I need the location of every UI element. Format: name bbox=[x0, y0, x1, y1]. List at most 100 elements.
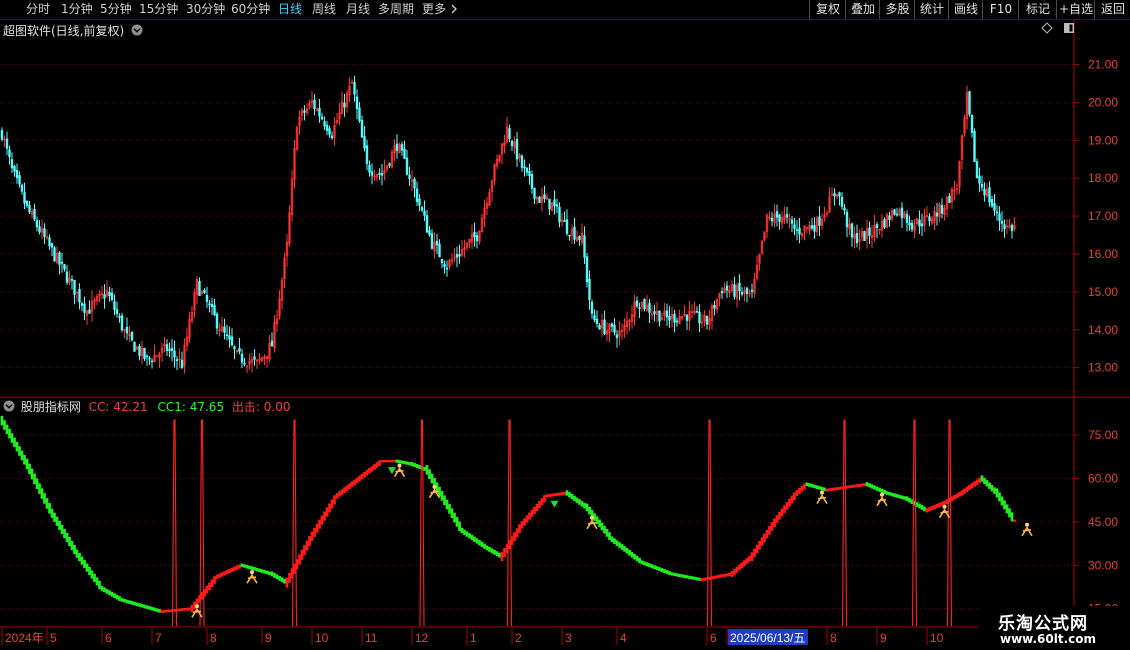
candle-body bbox=[565, 219, 569, 234]
price-tick-label: 14.00 bbox=[1088, 323, 1118, 337]
candle-body bbox=[253, 356, 256, 360]
candle-body bbox=[635, 300, 639, 307]
candle-body bbox=[118, 316, 121, 318]
candle-body bbox=[355, 96, 359, 110]
candle-body bbox=[303, 110, 306, 113]
tab-period-weekly[interactable]: 周线 bbox=[312, 0, 336, 19]
time-axis-label: 8 bbox=[830, 631, 837, 645]
candle-body bbox=[855, 232, 859, 244]
candle-body bbox=[615, 334, 619, 339]
candle-body bbox=[363, 136, 366, 149]
candle-body bbox=[778, 214, 781, 222]
candle-body bbox=[818, 216, 821, 226]
candle-body bbox=[405, 157, 409, 175]
candle-body bbox=[325, 124, 329, 131]
tab-period-60min[interactable]: 60分钟 bbox=[231, 0, 270, 19]
candle-body bbox=[225, 334, 229, 337]
more-label: 更多 bbox=[422, 2, 447, 16]
candle-body bbox=[80, 303, 84, 306]
candle-body bbox=[423, 210, 426, 216]
circle-chevron-down-icon[interactable] bbox=[3, 400, 15, 412]
candle-body bbox=[910, 222, 914, 230]
tab-period-more[interactable]: 更多 bbox=[422, 0, 458, 19]
candle-body bbox=[110, 292, 114, 300]
candle-body bbox=[1003, 224, 1006, 230]
candle-body bbox=[108, 291, 111, 296]
candle-body bbox=[270, 340, 274, 347]
candle-body bbox=[543, 194, 546, 200]
candle-body bbox=[15, 169, 19, 178]
candle-body bbox=[668, 315, 671, 321]
candle-body bbox=[793, 224, 796, 229]
circle-chevron-down-icon[interactable] bbox=[131, 24, 143, 36]
candle-body bbox=[418, 198, 421, 206]
candle-body bbox=[35, 220, 39, 228]
candle-body bbox=[400, 144, 404, 151]
candle-body bbox=[330, 135, 334, 139]
tab-period-1min[interactable]: 1分钟 bbox=[61, 0, 93, 19]
window-toggle-icon[interactable] bbox=[1063, 22, 1075, 34]
candle-body bbox=[573, 226, 576, 240]
candle-body bbox=[675, 320, 679, 323]
mark-button[interactable]: 标记 bbox=[1018, 0, 1057, 19]
candle-body bbox=[320, 116, 324, 120]
candle-body bbox=[528, 171, 531, 177]
candle-body bbox=[875, 224, 879, 229]
candle-body bbox=[148, 357, 151, 360]
candle-body bbox=[530, 174, 534, 189]
candle-body bbox=[978, 175, 981, 184]
tab-period-5min[interactable]: 5分钟 bbox=[100, 0, 132, 19]
candle-body bbox=[428, 230, 431, 235]
tab-period-15min[interactable]: 15分钟 bbox=[139, 0, 178, 19]
candle-body bbox=[555, 204, 559, 207]
tab-period-30min[interactable]: 30分钟 bbox=[186, 0, 225, 19]
multi-stock-button[interactable]: 多股 bbox=[879, 0, 915, 19]
candle-body bbox=[475, 235, 479, 242]
runner-marker-icon bbox=[816, 490, 828, 505]
tab-period-monthly[interactable]: 月线 bbox=[346, 0, 370, 19]
diamond-icon[interactable] bbox=[1041, 22, 1053, 34]
candle-body bbox=[415, 188, 419, 202]
add-favorite-button[interactable]: +自选 bbox=[1056, 0, 1095, 19]
candle-body bbox=[810, 225, 814, 229]
candle-body bbox=[770, 217, 774, 222]
runner-head bbox=[397, 463, 402, 468]
back-button[interactable]: 返回 bbox=[1094, 0, 1130, 19]
cc-value-label: CC: 42.21 bbox=[88, 400, 148, 414]
candle-body bbox=[438, 243, 441, 258]
candle-body bbox=[435, 240, 439, 246]
tab-period-multi[interactable]: 多周期 bbox=[378, 0, 414, 19]
overlay-button[interactable]: 叠加 bbox=[845, 0, 880, 19]
candle-body bbox=[215, 313, 219, 329]
candle-body bbox=[233, 346, 236, 350]
f10-button[interactable]: F10 bbox=[982, 0, 1019, 19]
runner-marker-icon bbox=[876, 492, 888, 507]
candle-body bbox=[585, 256, 589, 283]
candle-body bbox=[353, 82, 356, 95]
fuquan-button[interactable]: 复权 bbox=[809, 0, 846, 19]
candle-body bbox=[998, 213, 1001, 221]
chart-area[interactable]: 21.00 20.00 19.00 18.00 17.00 16.00 15.00 14.00… bbox=[0, 20, 1130, 650]
candle-body bbox=[775, 211, 779, 218]
watermark-url: www.60lt.com bbox=[1000, 632, 1097, 646]
candle-body bbox=[613, 324, 616, 333]
tab-period-daily[interactable]: 日线 bbox=[278, 0, 302, 19]
tab-period-fenshi[interactable]: 分时 bbox=[26, 0, 50, 19]
runner-head bbox=[195, 604, 199, 609]
candle-body bbox=[365, 145, 369, 164]
runner-head bbox=[942, 504, 947, 509]
candle-body bbox=[970, 114, 974, 133]
time-axis-label: 10 bbox=[315, 631, 329, 645]
candle-body bbox=[795, 229, 799, 232]
candle-body bbox=[203, 289, 206, 293]
price-tick-label: 18.00 bbox=[1088, 171, 1118, 185]
candle-body bbox=[473, 232, 476, 238]
statistics-button[interactable]: 统计 bbox=[914, 0, 949, 19]
candle-body bbox=[1010, 224, 1014, 232]
draw-line-button[interactable]: 画线 bbox=[948, 0, 983, 19]
candle-body bbox=[445, 267, 449, 270]
candle-body bbox=[360, 119, 364, 138]
candle-body bbox=[595, 318, 599, 324]
candle-body bbox=[53, 247, 56, 262]
candle-body bbox=[73, 279, 76, 295]
